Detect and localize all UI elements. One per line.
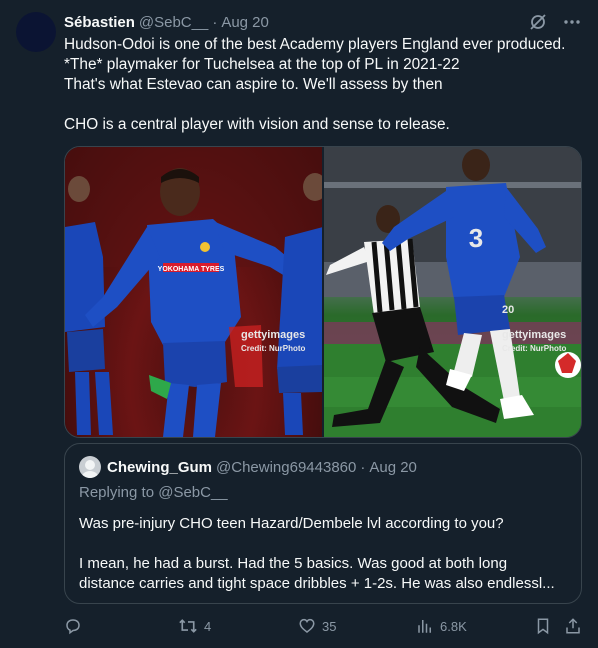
quoted-tweet[interactable]: Chewing_Gum @Chewing69443860 · Aug 20 Re…: [64, 443, 582, 604]
bookmark-button[interactable]: [534, 614, 552, 638]
views-button[interactable]: 6.8K: [416, 614, 467, 638]
tweet-line: CHO is a central player with vision and …: [64, 116, 450, 133]
quote-separator: ·: [360, 458, 366, 476]
share-button[interactable]: [564, 614, 582, 638]
quote-line: Was pre-injury CHO teen Hazard/Dembele l…: [79, 515, 504, 532]
quote-text: Was pre-injury CHO teen Hazard/Dembele l…: [79, 514, 569, 594]
action-bar: 4 35 6.8K: [64, 614, 584, 638]
watermark-credit: Credit: NurPhoto: [502, 344, 567, 353]
quote-line: I mean, he had a burst. Had the 5 basics…: [79, 555, 508, 572]
media-gallery: YOKOHAMA TYRES gettyimages Credit: NurPh…: [64, 146, 582, 438]
view-count: 6.8K: [440, 618, 467, 634]
watermark-credit: Credit: NurPhoto: [241, 344, 306, 353]
quote-date[interactable]: Aug 20: [369, 459, 417, 476]
grok-icon[interactable]: [528, 12, 548, 32]
photo-match-action[interactable]: 3 20 gettyimages Credit: NurPhoto: [324, 147, 581, 437]
header-actions: [528, 12, 582, 32]
shirt-sponsor-text: YOKOHAMA TYRES: [158, 266, 225, 273]
quote-author-handle[interactable]: @Chewing69443860: [216, 459, 356, 476]
tweet-date[interactable]: Aug 20: [221, 14, 269, 31]
retweet-button[interactable]: 4: [178, 614, 211, 638]
header-separator: ·: [212, 13, 218, 31]
getty-watermark-right: gettyimages Credit: NurPhoto: [502, 330, 566, 354]
tweet-line: That's what Estevao can aspire to. We'll…: [64, 76, 443, 93]
quote-replying-to: Replying to @SebC__: [79, 484, 228, 501]
quote-author-name[interactable]: Chewing_Gum: [107, 459, 212, 476]
reply-button[interactable]: [64, 614, 88, 638]
retweet-count: 4: [204, 618, 212, 634]
tweet-line: *The* playmaker for Tuchelsea at the top…: [64, 56, 460, 73]
quote-header: Chewing_Gum @Chewing69443860 · Aug 20: [79, 456, 417, 478]
tweet-line: Hudson-Odoi is one of the best Academy p…: [64, 36, 566, 53]
more-icon[interactable]: [562, 12, 582, 32]
tweet-text: Hudson-Odoi is one of the best Academy p…: [64, 35, 584, 135]
sleeve-number: 20: [502, 304, 514, 316]
reply-icon: [64, 617, 82, 635]
like-button[interactable]: 35: [298, 614, 336, 638]
getty-watermark-left: gettyimages Credit: NurPhoto: [241, 330, 305, 354]
like-count: 35: [322, 618, 337, 634]
photo-celebration[interactable]: YOKOHAMA TYRES gettyimages Credit: NurPh…: [65, 147, 322, 437]
like-icon: [298, 617, 316, 635]
author-handle[interactable]: @SebC__: [139, 14, 208, 31]
views-icon: [416, 617, 434, 635]
retweet-icon: [178, 617, 198, 635]
author-name[interactable]: Sébastien: [64, 14, 135, 31]
share-icon: [564, 617, 582, 635]
watermark-brand: gettyimages: [502, 329, 567, 341]
author-avatar[interactable]: [16, 12, 56, 52]
quote-line: [79, 534, 569, 554]
tweet-line: [64, 95, 584, 115]
shirt-number: 3: [469, 223, 483, 253]
quote-line: distance carries and tight space dribble…: [79, 575, 555, 592]
watermark-brand: gettyimages: [241, 329, 306, 341]
bookmark-icon: [534, 617, 552, 635]
tweet-header: Sébastien @SebC__ · Aug 20: [64, 12, 582, 32]
quote-avatar[interactable]: [79, 456, 101, 478]
